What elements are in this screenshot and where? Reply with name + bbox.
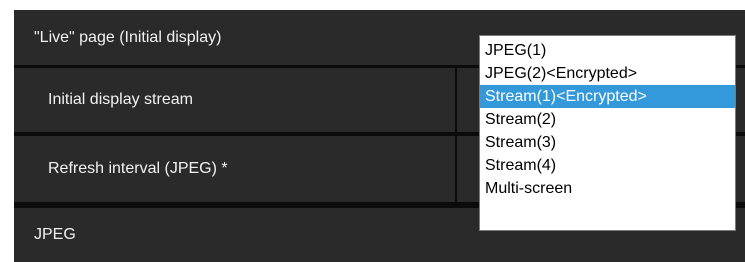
dropdown-option-multi-screen[interactable]: Multi-screen bbox=[480, 177, 735, 200]
live-page-section-title: "Live" page (Initial display) bbox=[34, 28, 222, 46]
dropdown-option-jpeg-1[interactable]: JPEG(1) bbox=[480, 39, 735, 62]
jpeg-section-title: JPEG bbox=[34, 226, 76, 243]
dropdown-option-stream-1-encrypted[interactable]: Stream(1)<Encrypted> bbox=[480, 85, 735, 108]
refresh-interval-label: Refresh interval (JPEG) * bbox=[48, 160, 228, 177]
dropdown-option-stream-4[interactable]: Stream(4) bbox=[480, 154, 735, 177]
dropdown-option-stream-2[interactable]: Stream(2) bbox=[480, 108, 735, 131]
dropdown-option-jpeg-2-encrypted[interactable]: JPEG(2)<Encrypted> bbox=[480, 62, 735, 85]
initial-display-stream-row: Initial display stream bbox=[14, 68, 455, 132]
dropdown-option-stream-3[interactable]: Stream(3) bbox=[480, 131, 735, 154]
initial-display-stream-label: Initial display stream bbox=[48, 91, 193, 108]
refresh-interval-row: Refresh interval (JPEG) * bbox=[14, 136, 455, 202]
stream-dropdown-list[interactable]: JPEG(1) JPEG(2)<Encrypted> Stream(1)<Enc… bbox=[479, 35, 736, 231]
